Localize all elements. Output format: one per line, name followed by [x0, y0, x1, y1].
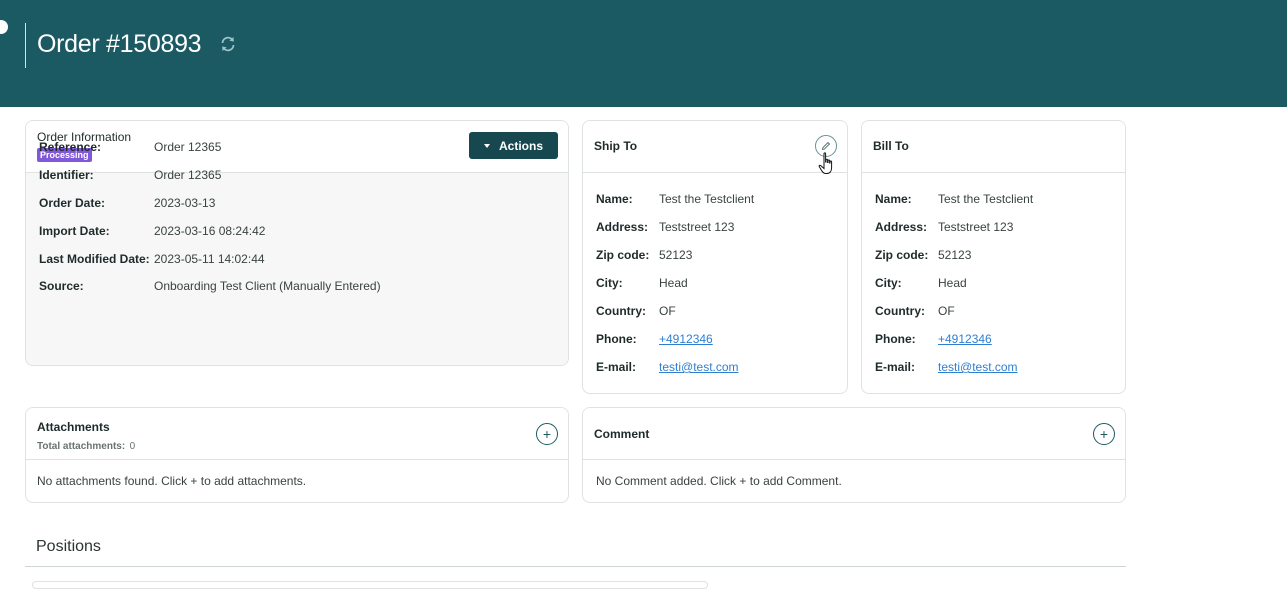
pencil-icon [821, 141, 831, 151]
field-value: OF [659, 304, 676, 318]
actions-button[interactable]: Actions [469, 132, 558, 159]
bill-to-header: Bill To [862, 121, 1125, 173]
attachments-total: Total attachments: 0 [37, 436, 135, 454]
field-value: 2023-03-13 [154, 196, 216, 210]
field-label: Phone: [596, 332, 637, 346]
ship-to-card: Ship To Name: Test the Testclient Addres… [582, 120, 848, 394]
field-label: Country: [596, 304, 646, 318]
add-attachment-button[interactable]: + [536, 423, 558, 445]
caret-down-icon [483, 143, 490, 148]
plus-icon: + [1099, 426, 1109, 442]
field-label: Country: [875, 304, 925, 318]
positions-heading: Positions [36, 538, 101, 555]
field-value: 52123 [938, 248, 972, 262]
total-attachments-label: Total attachments: [37, 441, 126, 452]
ship-to-header: Ship To [583, 121, 847, 173]
field-label: Zip code: [875, 248, 929, 262]
attachments-card: Attachments Total attachments: 0 + No at… [25, 407, 569, 503]
field-label: Reference: [39, 140, 102, 154]
field-value: Order 12365 [154, 168, 222, 182]
field-label: E-mail: [875, 360, 916, 374]
refresh-icon[interactable] [219, 35, 237, 53]
field-label: Zip code: [596, 248, 650, 262]
field-label: Name: [875, 192, 912, 206]
field-label: Last Modified Date: [39, 252, 150, 266]
field-label: City: [875, 276, 902, 290]
positions-divider [25, 566, 1126, 567]
card-title: Ship To [594, 139, 638, 153]
phone-link[interactable]: +4912346 [938, 332, 992, 346]
field-value: 2023-05-11 14:02:44 [154, 252, 265, 266]
field-value: Onboarding Test Client (Manually Entered… [154, 279, 381, 293]
field-value: Teststreet 123 [659, 220, 735, 234]
total-attachments-count: 0 [129, 441, 136, 452]
actions-button-label: Actions [498, 138, 543, 153]
field-value: 52123 [659, 248, 693, 262]
field-value: 2023-03-16 08:24:42 [154, 224, 266, 238]
card-title: Comment [594, 427, 650, 441]
field-value: Head [938, 276, 967, 290]
field-label: City: [596, 276, 623, 290]
field-label: Import Date: [39, 224, 110, 238]
comment-card: Comment + No Comment added. Click + to a… [582, 407, 1126, 503]
field-label: Order Date: [39, 196, 106, 210]
email-link[interactable]: testi@test.com [659, 360, 739, 374]
page-header: Order #150893 [0, 0, 1287, 107]
comment-empty-text: No Comment added. Click + to add Comment… [596, 474, 842, 488]
email-link[interactable]: testi@test.com [938, 360, 1018, 374]
sidebar-toggle-button[interactable] [0, 20, 8, 34]
field-label: Identifier: [39, 168, 94, 182]
order-information-header: Order Information Processing Actions [26, 121, 568, 173]
field-value: Order 12365 [154, 140, 222, 154]
page-title: Order #150893 [37, 30, 202, 58]
positions-card [32, 581, 708, 589]
order-information-body: Reference: Order 12365 Identifier: Order… [26, 140, 568, 365]
field-value: Test the Testclient [938, 192, 1034, 206]
hand-cursor-icon [818, 152, 833, 174]
field-value: Head [659, 276, 688, 290]
header-divider [25, 23, 26, 68]
phone-link[interactable]: +4912346 [659, 332, 713, 346]
comment-header: Comment + [583, 408, 1125, 460]
attachments-header: Attachments Total attachments: 0 + [26, 408, 568, 460]
field-label: Source: [39, 279, 84, 293]
field-label: Address: [596, 220, 649, 234]
field-label: Phone: [875, 332, 916, 346]
add-comment-button[interactable]: + [1093, 423, 1115, 445]
field-value: Teststreet 123 [938, 220, 1014, 234]
plus-icon: + [542, 426, 552, 442]
card-title: Bill To [873, 139, 909, 153]
bill-to-card: Bill To Name: Test the Testclient Addres… [861, 120, 1126, 394]
order-information-card: Order Information Processing Actions Ref… [25, 120, 569, 366]
card-title: Attachments [37, 420, 110, 434]
field-label: E-mail: [596, 360, 637, 374]
field-label: Name: [596, 192, 633, 206]
attachments-empty-text: No attachments found. Click + to add att… [37, 474, 307, 488]
field-value: OF [938, 304, 955, 318]
field-value: Test the Testclient [659, 192, 755, 206]
field-label: Address: [875, 220, 928, 234]
